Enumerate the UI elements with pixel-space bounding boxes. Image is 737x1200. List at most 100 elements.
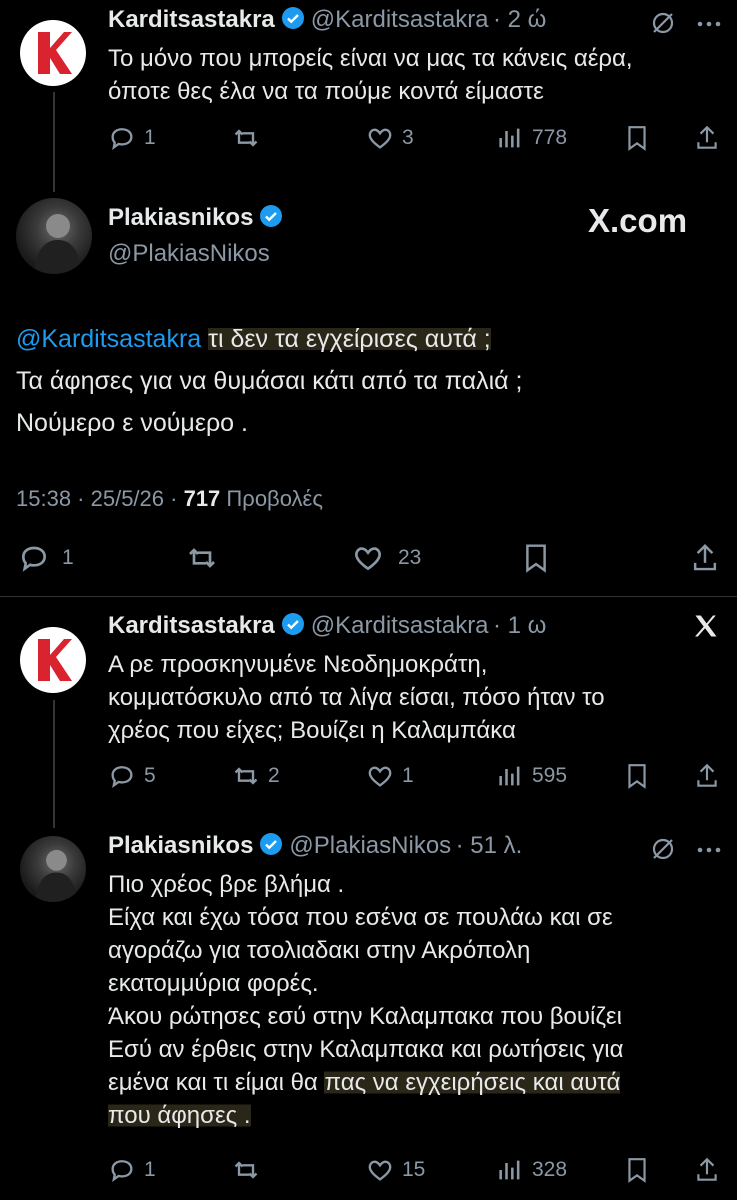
retweet-icon (234, 767, 258, 785)
views-button[interactable]: 328 (496, 1150, 567, 1190)
x-logo-icon[interactable] (692, 612, 720, 640)
views-label: Προβολές (226, 486, 323, 511)
like-button[interactable]: 1 (366, 756, 414, 796)
heart-icon (368, 128, 392, 149)
like-count: 1 (402, 764, 414, 787)
tweet-line: Είχα και έχω τόσα που εσένα σε πουλάω κα… (108, 904, 613, 931)
tweet-line: κομματόσκυλο από τα λίγα είσαι, πόσο ήτα… (108, 684, 605, 711)
author-handle[interactable]: @Karditsastakra (311, 612, 489, 639)
reply-icon (111, 128, 133, 150)
author-name[interactable]: Plakiasnikos (108, 832, 253, 859)
view-count: 328 (532, 1158, 568, 1181)
author-handle[interactable]: @Karditsastakra (311, 6, 489, 33)
tweet-line: @Karditsastakra τι δεν τα εγχείρισες αυτ… (16, 318, 716, 360)
more-options-icon[interactable] (696, 12, 722, 36)
analytics-icon (499, 766, 520, 786)
author-name[interactable]: Karditsastakra (108, 612, 275, 639)
retweet-count: 2 (268, 764, 280, 787)
tweet-time[interactable]: · 1 ω (493, 612, 546, 639)
retweet-button[interactable] (186, 538, 226, 578)
tweet-line-text: εμένα και τι είμαι θα (108, 1069, 318, 1096)
tweet-line-text: που άφησες . (108, 1102, 251, 1129)
verified-badge-icon (281, 7, 304, 29)
avatar[interactable] (20, 20, 86, 86)
tweet-line-text: πας να εγχειρήσεις και αυτά (324, 1069, 621, 1096)
retweet-button[interactable]: 2 (232, 756, 280, 796)
views-count: 717 (183, 486, 221, 511)
tweet-time[interactable]: · 2 ώ (493, 6, 546, 33)
retweet-button[interactable] (232, 1150, 268, 1190)
views-button[interactable]: 778 (496, 118, 567, 158)
bookmark-icon[interactable] (624, 124, 650, 152)
tweet-text: Α ρε προσκηνυμένε Νεοδημοκράτη, κομματόσ… (108, 648, 728, 747)
author-handle[interactable]: @PlakiasNikos (108, 240, 270, 268)
heart-icon (368, 766, 392, 787)
bookmark-icon[interactable] (624, 762, 650, 790)
author-handle[interactable]: @PlakiasNikos (289, 832, 451, 859)
retweet-icon (189, 548, 215, 568)
reply-button[interactable]: 5 (108, 756, 156, 796)
tweet-text: @Karditsastakra τι δεν τα εγχείρισες αυτ… (16, 318, 716, 444)
divider (0, 596, 737, 597)
analytics-icon (499, 128, 520, 148)
karditsa-logo-icon (38, 639, 72, 681)
tweet-line: Α ρε προσκηνυμένε Νεοδημοκράτη, (108, 651, 488, 678)
views-button[interactable]: 595 (496, 756, 567, 796)
avatar[interactable] (16, 198, 92, 274)
analytics-icon (499, 1160, 520, 1180)
grok-icon[interactable] (650, 10, 676, 36)
tweet-line: εμένα και τι είμαι θα πας να εγχειρήσεις… (108, 1066, 728, 1099)
reply-button[interactable]: 1 (108, 118, 156, 158)
like-count: 15 (402, 1158, 426, 1181)
grok-icon[interactable] (650, 836, 676, 862)
verified-badge-icon (260, 205, 283, 227)
reply-button[interactable]: 1 (18, 538, 74, 578)
reply-button[interactable]: 1 (108, 1150, 156, 1190)
tweet-header: Plakiasnikos @PlakiasNikos · 51 λ. (108, 832, 522, 860)
tweet-header: Karditsastakra @Karditsastakra · 2 ώ (108, 6, 546, 34)
reply-icon (111, 1160, 133, 1182)
avatar[interactable] (20, 627, 86, 693)
retweet-icon (234, 1161, 258, 1179)
like-count: 3 (402, 126, 414, 149)
retweet-button[interactable] (232, 118, 268, 158)
reply-icon (111, 766, 133, 788)
author-name[interactable]: Karditsastakra (108, 6, 275, 33)
share-icon[interactable] (694, 1156, 720, 1184)
tweet-time[interactable]: · 51 λ. (456, 832, 523, 859)
tweet-line: Εσύ αν έρθεις στην Καλαμπακα και ρωτήσει… (108, 1036, 624, 1063)
author-name[interactable]: Plakiasnikos (108, 204, 253, 231)
like-button[interactable]: 3 (366, 118, 414, 158)
share-icon[interactable] (694, 762, 720, 790)
tweet-actions: 1 15 328 (0, 1150, 737, 1190)
tweet-line: εκατομμύρια φορές. (108, 970, 319, 997)
tweet-text: Πιο χρέος βρε βλήμα . Είχα και έχω τόσα … (108, 868, 728, 1132)
tweet-actions: 1 3 778 (0, 118, 737, 158)
heart-icon (368, 1160, 392, 1181)
reply-count: 1 (62, 546, 74, 569)
bookmark-icon[interactable] (521, 542, 551, 574)
like-count: 23 (398, 546, 422, 569)
share-icon[interactable] (690, 542, 720, 574)
tweet-line: Το μόνο που μπορείς είναι να μας τα κάνε… (108, 45, 633, 72)
more-options-icon[interactable] (696, 838, 722, 862)
share-icon[interactable] (694, 124, 720, 152)
profile-photo-icon (35, 849, 78, 902)
tweet-actions: 5 2 1 595 (0, 756, 737, 796)
like-button[interactable]: 15 (366, 1150, 425, 1190)
reply-count: 1 (144, 126, 156, 149)
view-count: 778 (532, 126, 568, 149)
karditsa-logo-icon (38, 32, 72, 74)
view-count: 595 (532, 764, 568, 787)
tweet-line: αγοράζω για τσολιαδακι στην Ακρόπολη (108, 937, 531, 964)
tweet-line: χρέος που είχες; Βουίζει η Καλαμπάκα (108, 717, 516, 744)
avatar[interactable] (20, 836, 86, 902)
tweet-actions: 1 23 (0, 538, 737, 578)
tweet-header: Karditsastakra @Karditsastakra · 1 ω (108, 612, 546, 640)
like-button[interactable]: 23 (352, 538, 421, 578)
verified-badge-icon (260, 833, 283, 855)
mention-link[interactable]: @Karditsastakra (16, 325, 201, 353)
tweet-timestamp[interactable]: 15:38 · 25/5/26 · (16, 486, 177, 511)
bookmark-icon[interactable] (624, 1156, 650, 1184)
xcom-watermark: X.com (588, 202, 688, 239)
